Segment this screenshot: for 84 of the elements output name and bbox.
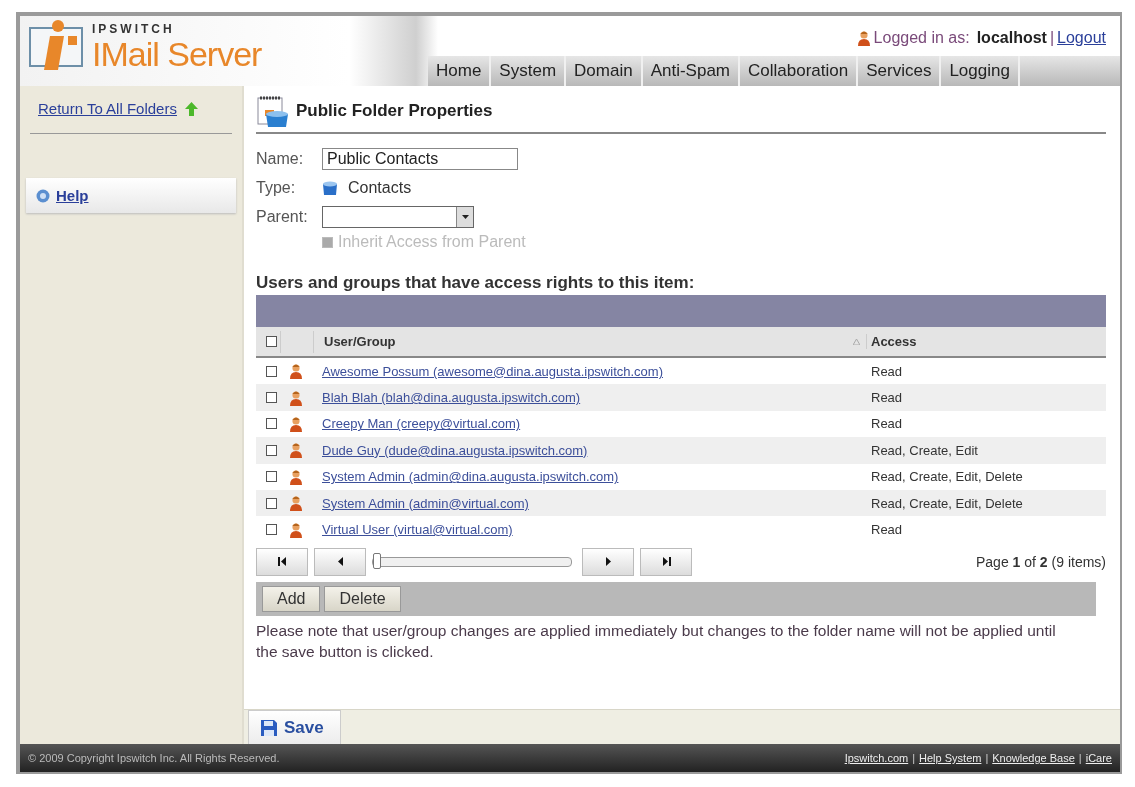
nav-tab[interactable]: System bbox=[491, 56, 567, 86]
checkbox-label: Inherit Access from Parent bbox=[338, 233, 526, 251]
nav-tab[interactable]: Logging bbox=[941, 56, 1020, 86]
copyright-text: © 2009 Copyright Ipswitch Inc. All Rights Reserved. bbox=[28, 752, 280, 764]
user-link[interactable]: Dude Guy (dude@dina.augusta.ipswitch.com) bbox=[322, 442, 588, 458]
next-page-icon bbox=[603, 557, 613, 567]
row-checkbox[interactable] bbox=[266, 471, 277, 483]
row-checkbox[interactable] bbox=[266, 524, 277, 536]
user-link[interactable]: Virtual User (virtual@virtual.com) bbox=[322, 522, 513, 538]
person-icon bbox=[289, 363, 303, 380]
footer-link[interactable]: Ipswitch.com bbox=[844, 752, 909, 764]
user-name: localhost bbox=[976, 29, 1047, 47]
column-header bbox=[280, 330, 314, 353]
nav-tab[interactable]: Anti-Spam bbox=[642, 56, 740, 86]
logout-link[interactable]: Logout bbox=[1057, 29, 1106, 47]
parent-dropdown[interactable] bbox=[322, 205, 474, 228]
page-info: Page 1 of 2 (9 items) bbox=[976, 553, 1106, 570]
contacts-icon bbox=[322, 179, 338, 196]
table-cell: Read, Create, Edit, Delete bbox=[871, 495, 1023, 511]
field-label: Type: bbox=[256, 178, 297, 197]
user-link[interactable]: Creepy Man (creepy@virtual.com) bbox=[322, 416, 521, 432]
first-page-icon bbox=[277, 557, 287, 567]
person-icon bbox=[289, 495, 303, 512]
row-checkbox[interactable] bbox=[266, 392, 277, 404]
person-icon bbox=[289, 468, 303, 485]
calendar-folder-icon bbox=[256, 94, 290, 128]
user-link[interactable]: Blah Blah (blah@dina.augusta.ipswitch.com) bbox=[322, 390, 581, 406]
return-link[interactable]: Return To All Folders bbox=[38, 100, 177, 117]
note-text: Please note that user/group changes are applied immediately but changes to the folder name will not be applied until the save button is clicked. bbox=[256, 620, 1056, 662]
sort-icon bbox=[853, 338, 860, 345]
column-header[interactable]: User/Group bbox=[324, 334, 396, 349]
action-button[interactable]: Delete bbox=[324, 585, 401, 612]
save-button[interactable]: Save bbox=[248, 710, 341, 744]
field-label: Parent: bbox=[256, 207, 309, 226]
row-checkbox[interactable] bbox=[266, 418, 277, 430]
table-cell: Read bbox=[871, 416, 903, 432]
person-icon bbox=[289, 389, 303, 406]
page-title: Public Folder Properties bbox=[296, 101, 493, 121]
product-name: IMail Server bbox=[92, 36, 262, 72]
first-page-button[interactable] bbox=[256, 547, 308, 576]
select-all-checkbox[interactable] bbox=[266, 336, 277, 347]
type-value: Contacts bbox=[348, 178, 412, 197]
previous-page-icon bbox=[335, 557, 345, 567]
login-label: Logged in as: bbox=[873, 29, 970, 47]
person-icon bbox=[289, 521, 303, 538]
help-icon bbox=[36, 188, 50, 203]
row-checkbox[interactable] bbox=[266, 444, 277, 456]
help-link[interactable]: Help bbox=[56, 187, 89, 204]
last-page-button[interactable] bbox=[640, 547, 692, 576]
separator: | bbox=[985, 752, 989, 764]
slider-thumb[interactable] bbox=[373, 552, 381, 569]
field-label: Name: bbox=[256, 149, 305, 168]
section-heading: Users and groups that have access rights to this item: bbox=[256, 273, 696, 293]
table-cell: Read bbox=[871, 522, 903, 538]
nav-tab[interactable]: Collaboration bbox=[740, 56, 859, 86]
person-icon bbox=[289, 415, 303, 432]
nav-tab[interactable]: Domain bbox=[566, 56, 643, 86]
person-icon bbox=[289, 442, 303, 459]
separator: | bbox=[1049, 29, 1055, 47]
column-header[interactable]: Access bbox=[871, 334, 917, 349]
user-link[interactable]: System Admin (admin@dina.augusta.ipswitch.com) bbox=[322, 469, 619, 485]
brand-name: IPSWITCH bbox=[92, 22, 176, 36]
separator: | bbox=[1078, 752, 1082, 764]
footer-link[interactable]: iCare bbox=[1085, 752, 1112, 764]
footer-link[interactable]: Help System bbox=[919, 752, 982, 764]
person-icon bbox=[856, 30, 871, 46]
nav-tab[interactable]: Services bbox=[858, 56, 942, 86]
name-field[interactable]: Public Contacts bbox=[322, 147, 518, 170]
table-cell: Read bbox=[871, 390, 903, 406]
user-link[interactable]: Awesome Possum (awesome@dina.augusta.ipswitch.com) bbox=[322, 363, 663, 379]
table-cell: Read bbox=[871, 363, 903, 379]
up-arrow-icon bbox=[184, 101, 198, 116]
page-slider[interactable] bbox=[372, 556, 572, 567]
separator: | bbox=[912, 752, 916, 764]
action-button[interactable]: Add bbox=[262, 585, 321, 612]
nav-tab[interactable]: Home bbox=[428, 56, 492, 86]
user-link[interactable]: System Admin (admin@virtual.com) bbox=[322, 495, 529, 511]
table-cell: Read, Create, Edit, Delete bbox=[871, 469, 1023, 485]
dropdown-caret-icon bbox=[461, 214, 469, 219]
table-cell: Read, Create, Edit bbox=[871, 442, 978, 458]
row-checkbox[interactable] bbox=[266, 497, 277, 509]
last-page-icon bbox=[661, 557, 671, 567]
row-checkbox[interactable] bbox=[266, 365, 277, 377]
footer-link[interactable]: Knowledge Base bbox=[992, 752, 1075, 764]
